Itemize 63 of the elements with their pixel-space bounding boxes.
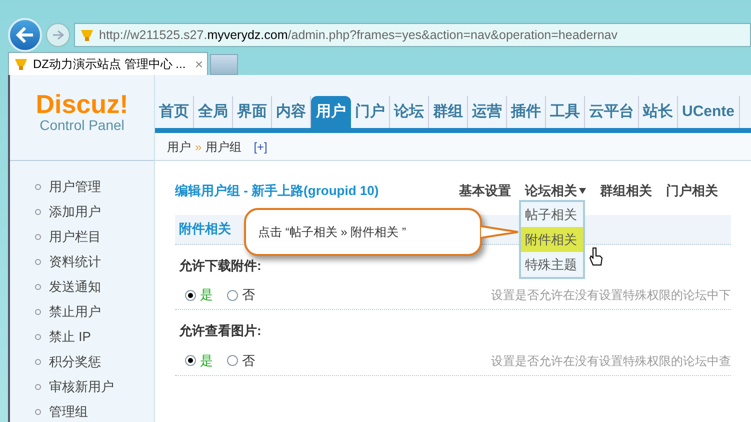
bullet-icon <box>35 234 41 240</box>
tab-title: DZ动力演示站点 管理中心 ... <box>33 56 187 73</box>
new-tab-button[interactable] <box>210 54 238 75</box>
back-arrow-icon <box>16 27 34 43</box>
bullet-icon <box>35 258 41 264</box>
radio-button[interactable] <box>185 290 196 300</box>
sub-tab[interactable]: 基本设置 <box>459 181 511 200</box>
menu-item[interactable]: 帖子相关 <box>521 202 583 227</box>
browser-tab[interactable]: DZ动力演示站点 管理中心 ... × <box>8 52 208 75</box>
callout-pointer <box>480 224 520 240</box>
setting-label: 允许下载附件: <box>179 256 262 274</box>
hand-cursor-icon <box>589 247 603 267</box>
radio-button[interactable] <box>185 355 196 366</box>
add-link[interactable]: [+] <box>254 138 268 156</box>
site-icon <box>13 57 29 71</box>
page-title: 编辑用户组 - 新手上路(groupid 10) <box>175 182 380 200</box>
bullet-icon <box>35 308 41 314</box>
setting-description: 设置是否允许在没有设置特殊权限的论坛中查 <box>491 352 731 370</box>
sidebar-item[interactable]: 积分奖惩 <box>49 352 101 372</box>
radio-button[interactable] <box>227 355 238 366</box>
sidebar-item[interactable]: 用户栏目 <box>49 226 101 246</box>
sub-tab[interactable]: 群组相关 <box>600 181 652 200</box>
nav-tab[interactable]: 用户 <box>311 96 351 128</box>
sidebar-item[interactable]: 资料统计 <box>49 252 101 272</box>
setting-description: 设置是否允许在没有设置特殊权限的论坛中下 <box>491 287 731 304</box>
section-title: 附件相关 <box>179 220 231 238</box>
radio-label: 否 <box>242 286 255 304</box>
breadcrumb-item[interactable]: 用户 <box>167 138 191 156</box>
sidebar-item[interactable]: 禁止 IP <box>49 326 91 346</box>
menu-item[interactable]: 特殊主题 <box>521 252 583 277</box>
radio-button[interactable] <box>227 290 238 300</box>
logo-subtitle: Control Panel <box>40 117 124 134</box>
bullet-icon <box>35 184 41 190</box>
sub-tab[interactable]: 论坛相关 <box>525 181 586 200</box>
breadcrumb-item[interactable]: 用户组 <box>206 138 242 156</box>
address-bar[interactable]: http://w211525.s27.myverydz.com/admin.php?frames=yes&action=nav&operation=headernav <box>74 23 751 47</box>
sidebar-item[interactable]: 禁止用户 <box>49 302 101 322</box>
sidebar-item[interactable]: 用户管理 <box>49 176 101 196</box>
sidebar-item[interactable]: 审核新用户 <box>49 376 114 396</box>
radio-label: 是 <box>200 352 213 370</box>
sub-tab[interactable]: 门户相关 <box>666 181 718 200</box>
callout-bubble: 点击 “帖子相关 » 附件相关 ” <box>244 208 482 256</box>
setting-label: 允许查看图片: <box>179 322 262 340</box>
radio-label: 否 <box>242 352 255 370</box>
bullet-icon <box>35 384 41 390</box>
tab-close[interactable]: × <box>194 54 203 74</box>
bullet-icon <box>35 334 41 340</box>
breadcrumb-separator: » <box>195 138 202 156</box>
back-button[interactable] <box>8 18 42 52</box>
sidebar-item[interactable]: 管理组 <box>49 402 88 422</box>
bullet-icon <box>35 284 41 290</box>
bullet-icon <box>35 358 41 364</box>
bullet-icon <box>35 408 41 414</box>
url-text: http://w211525.s27.myverydz.com/admin.php?frames=yes&action=nav&operation=headernav <box>99 26 618 44</box>
site-icon <box>79 28 95 42</box>
sidebar-item[interactable]: 添加用户 <box>49 202 101 222</box>
forward-button[interactable] <box>46 23 70 47</box>
logo: Discuz! <box>36 91 128 117</box>
menu-item[interactable]: 附件相关 <box>521 227 583 252</box>
bullet-icon <box>35 208 41 214</box>
forward-arrow-icon <box>52 30 64 40</box>
sidebar-item[interactable]: 发送通知 <box>49 276 101 296</box>
radio-label: 是 <box>200 286 213 304</box>
